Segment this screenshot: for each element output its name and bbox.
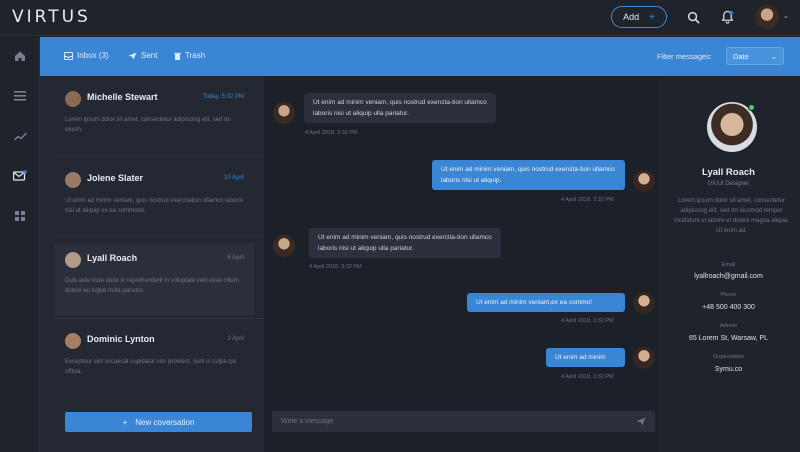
mail-icon[interactable]: [10, 166, 30, 186]
mailbox-header: Inbox (3) Sent Trash Filter messages: Da…: [40, 37, 800, 76]
search-icon[interactable]: [685, 9, 701, 25]
conversation-snippet: Lorem ipsum dolor sit amet, consectetur …: [65, 117, 231, 133]
tab-sent-label: Sent: [141, 51, 158, 60]
avatar: [633, 292, 655, 314]
phone-label: Phone: [720, 292, 737, 298]
conversation-item[interactable]: Jolene Slater 10 April Ut enim ad minim …: [55, 163, 254, 235]
avatar: [65, 333, 81, 349]
avatar: [273, 102, 295, 124]
inbox-icon: [64, 51, 73, 60]
new-conversation-button[interactable]: + New coversation: [65, 412, 252, 432]
organization-value: Symu.co: [714, 366, 743, 373]
avatar: [65, 252, 81, 268]
conversation-item[interactable]: Michelle Stewart Today, 5:32 PM Lorem ip…: [55, 82, 254, 154]
grid-icon[interactable]: [10, 206, 30, 226]
message-bubble-outgoing: Ut enim ad minim veniam,ex ea commo!: [467, 293, 625, 312]
home-icon[interactable]: [10, 46, 30, 66]
conversation-name: Jolene Slater: [87, 173, 144, 183]
tab-inbox[interactable]: Inbox (3): [64, 51, 109, 60]
avatar: [65, 91, 81, 107]
message-timestamp: 4 April 2018, 3:32 PM: [561, 197, 614, 203]
trash-icon: [174, 52, 181, 60]
plus-icon: +: [122, 417, 128, 427]
chevron-down-icon: ⌄: [770, 51, 777, 61]
chevron-down-icon[interactable]: ⌄: [783, 12, 789, 20]
conversation-name: Michelle Stewart: [87, 92, 158, 102]
message-timestamp: 4 April 2018, 3:32 PM: [561, 318, 614, 324]
conversation-name: Dominic Lynton: [87, 334, 155, 344]
plus-icon: +: [649, 11, 655, 23]
online-status-indicator: [748, 104, 755, 111]
conversation-time: 2 April: [227, 336, 244, 342]
filter-select[interactable]: Date ⌄: [726, 47, 784, 65]
tab-trash[interactable]: Trash: [174, 51, 205, 60]
divider: [55, 156, 264, 157]
tab-sent[interactable]: Sent: [128, 51, 157, 60]
top-bar: VIRTUS Add + ⌄: [0, 0, 800, 36]
profile-bio: Lorem ipsum dolor sit amet, consectetur …: [674, 198, 789, 234]
user-avatar[interactable]: [755, 5, 779, 29]
list-icon[interactable]: [10, 86, 30, 106]
conversation-list: Michelle Stewart Today, 5:32 PM Lorem ip…: [40, 76, 264, 452]
add-button-label: Add: [623, 12, 640, 22]
conversation-snippet: Excepteur sint occaecat cupidatat non pr…: [65, 359, 237, 375]
address-value: 65 Lorem St, Warsaw, PL: [688, 335, 769, 342]
conversation-item-active[interactable]: Lyall Roach 6 April Duis aute irure dolo…: [55, 243, 254, 315]
conversation-snippet: Ut enim ad minim veniam, quis nostrud ex…: [65, 198, 243, 214]
tab-inbox-label: Inbox (3): [77, 51, 109, 60]
message-bubble-incoming: Ut enim ad minim veniam, quis nostrud ex…: [304, 93, 496, 123]
conversation-time: 10 April: [223, 175, 244, 181]
contact-profile: Lyall Roach UX/UI Designer Lorem ipsum d…: [657, 76, 800, 452]
address-label: Adress: [719, 323, 738, 329]
filter-select-value: Date: [733, 51, 749, 61]
divider: [55, 236, 264, 237]
email-label: Email: [721, 262, 736, 268]
avatar: [65, 172, 81, 188]
new-conversation-label: New coversation: [135, 417, 195, 427]
send-icon[interactable]: [636, 413, 646, 431]
message-timestamp: 4 April 2018, 3:32 PM: [305, 130, 358, 136]
organization-label: Organization: [712, 354, 745, 360]
message-bubble-outgoing: Ut enim ad minim veniam, quis nostrud ex…: [432, 160, 625, 190]
filter-label: Filter messages:: [657, 52, 713, 61]
conversation-time: 6 April: [227, 255, 244, 261]
email-value[interactable]: lyallroach@gmail.com: [657, 273, 800, 280]
bell-icon[interactable]: [719, 9, 735, 25]
profile-role: UX/UI Designer: [707, 181, 750, 187]
conversation-item[interactable]: Dominic Lynton 2 April Excepteur sint oc…: [55, 324, 254, 396]
avatar: [273, 235, 295, 257]
message-bubble-outgoing: Ut enim ad minim: [546, 348, 625, 367]
add-button[interactable]: Add +: [611, 6, 667, 28]
conversation-name: Lyall Roach: [87, 253, 138, 263]
tab-trash-label: Trash: [185, 51, 206, 60]
phone-value[interactable]: +48 500 400 300: [657, 304, 800, 311]
message-timestamp: 4 April 2018, 3:32 PM: [309, 264, 362, 270]
message-bubble-incoming: Ut enim ad minim veniam, quis nostrud ex…: [309, 228, 501, 258]
chat-thread: Ut enim ad minim veniam, quis nostrud ex…: [264, 76, 657, 452]
message-timestamp: 4 April 2018, 3:32 PM: [561, 374, 614, 380]
profile-name: Lyall Roach: [702, 167, 755, 178]
brand-logo[interactable]: VIRTUS: [12, 7, 91, 27]
conversation-time: Today, 5:32 PM: [202, 94, 244, 100]
divider: [55, 318, 264, 319]
message-composer: [272, 411, 655, 432]
avatar: [633, 170, 655, 192]
avatar: [633, 347, 655, 369]
trend-chart-icon[interactable]: [10, 126, 30, 146]
send-icon: [128, 52, 137, 59]
conversation-snippet: Duis aute irure dolor in reprehenderit i…: [65, 278, 239, 294]
sidebar-nav: [0, 37, 40, 452]
message-input[interactable]: [281, 418, 601, 425]
